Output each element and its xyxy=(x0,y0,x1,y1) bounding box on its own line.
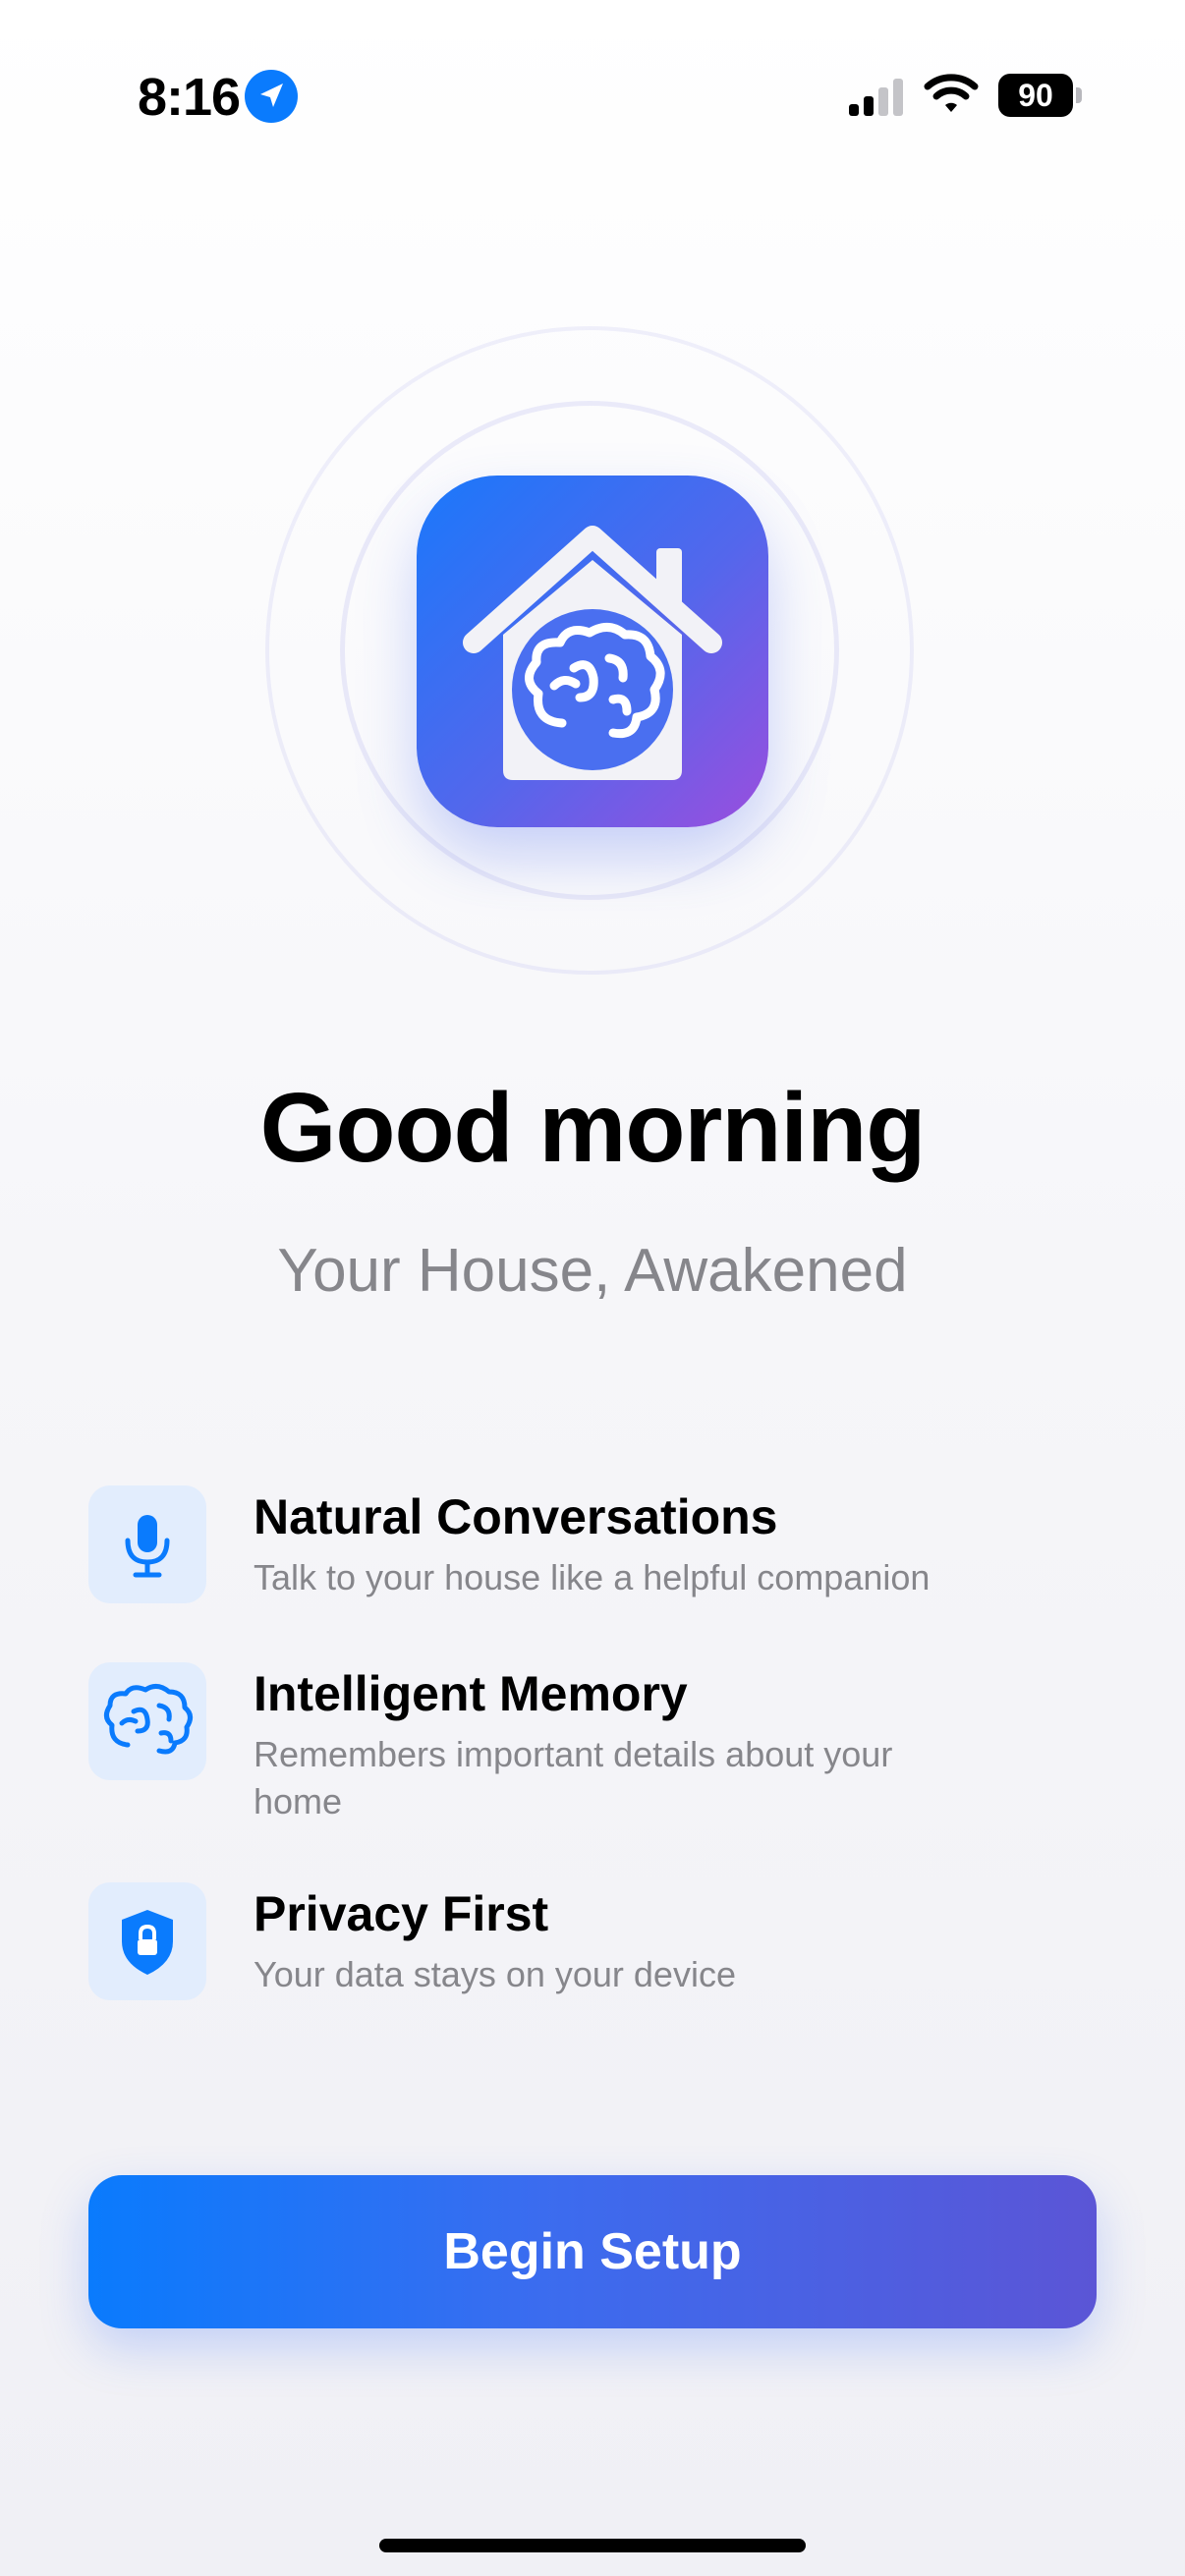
battery-icon: 90 xyxy=(998,74,1083,117)
feature-title: Privacy First xyxy=(254,1886,549,1941)
battery-cap xyxy=(1076,87,1082,103)
feature-description: Your data stays on your device xyxy=(254,1954,736,1994)
status-time: 8:16 xyxy=(138,68,241,127)
status-bar: 8:16 90 xyxy=(0,0,1185,187)
location-arrow-icon xyxy=(245,70,298,123)
begin-setup-button[interactable]: Begin Setup xyxy=(88,2175,1097,2328)
feature-title: Intelligent Memory xyxy=(254,1666,688,1721)
feature-icon-tile xyxy=(88,1662,206,1780)
feature-description: Talk to your house like a helpful compan… xyxy=(254,1557,931,1597)
microphone-icon xyxy=(125,1515,170,1578)
feature-title: Natural Conversations xyxy=(254,1489,778,1544)
feature-icon-tile xyxy=(88,1882,206,2000)
feature-description: Remembers important details about your h… xyxy=(254,1734,893,1821)
brain-icon xyxy=(104,1684,193,1755)
app-logo xyxy=(417,476,768,827)
greeting-title: Good morning xyxy=(259,1073,927,1183)
feature-icon-tile xyxy=(88,1485,206,1603)
home-indicator[interactable] xyxy=(379,2539,806,2552)
battery-level: 90 xyxy=(998,74,1073,117)
house-brain-icon xyxy=(463,526,722,780)
app-tagline: Your House, Awakened xyxy=(277,1237,908,1305)
lock-shield-icon xyxy=(122,1910,173,1975)
cellular-signal-icon xyxy=(849,79,903,116)
wifi-icon xyxy=(924,74,979,112)
